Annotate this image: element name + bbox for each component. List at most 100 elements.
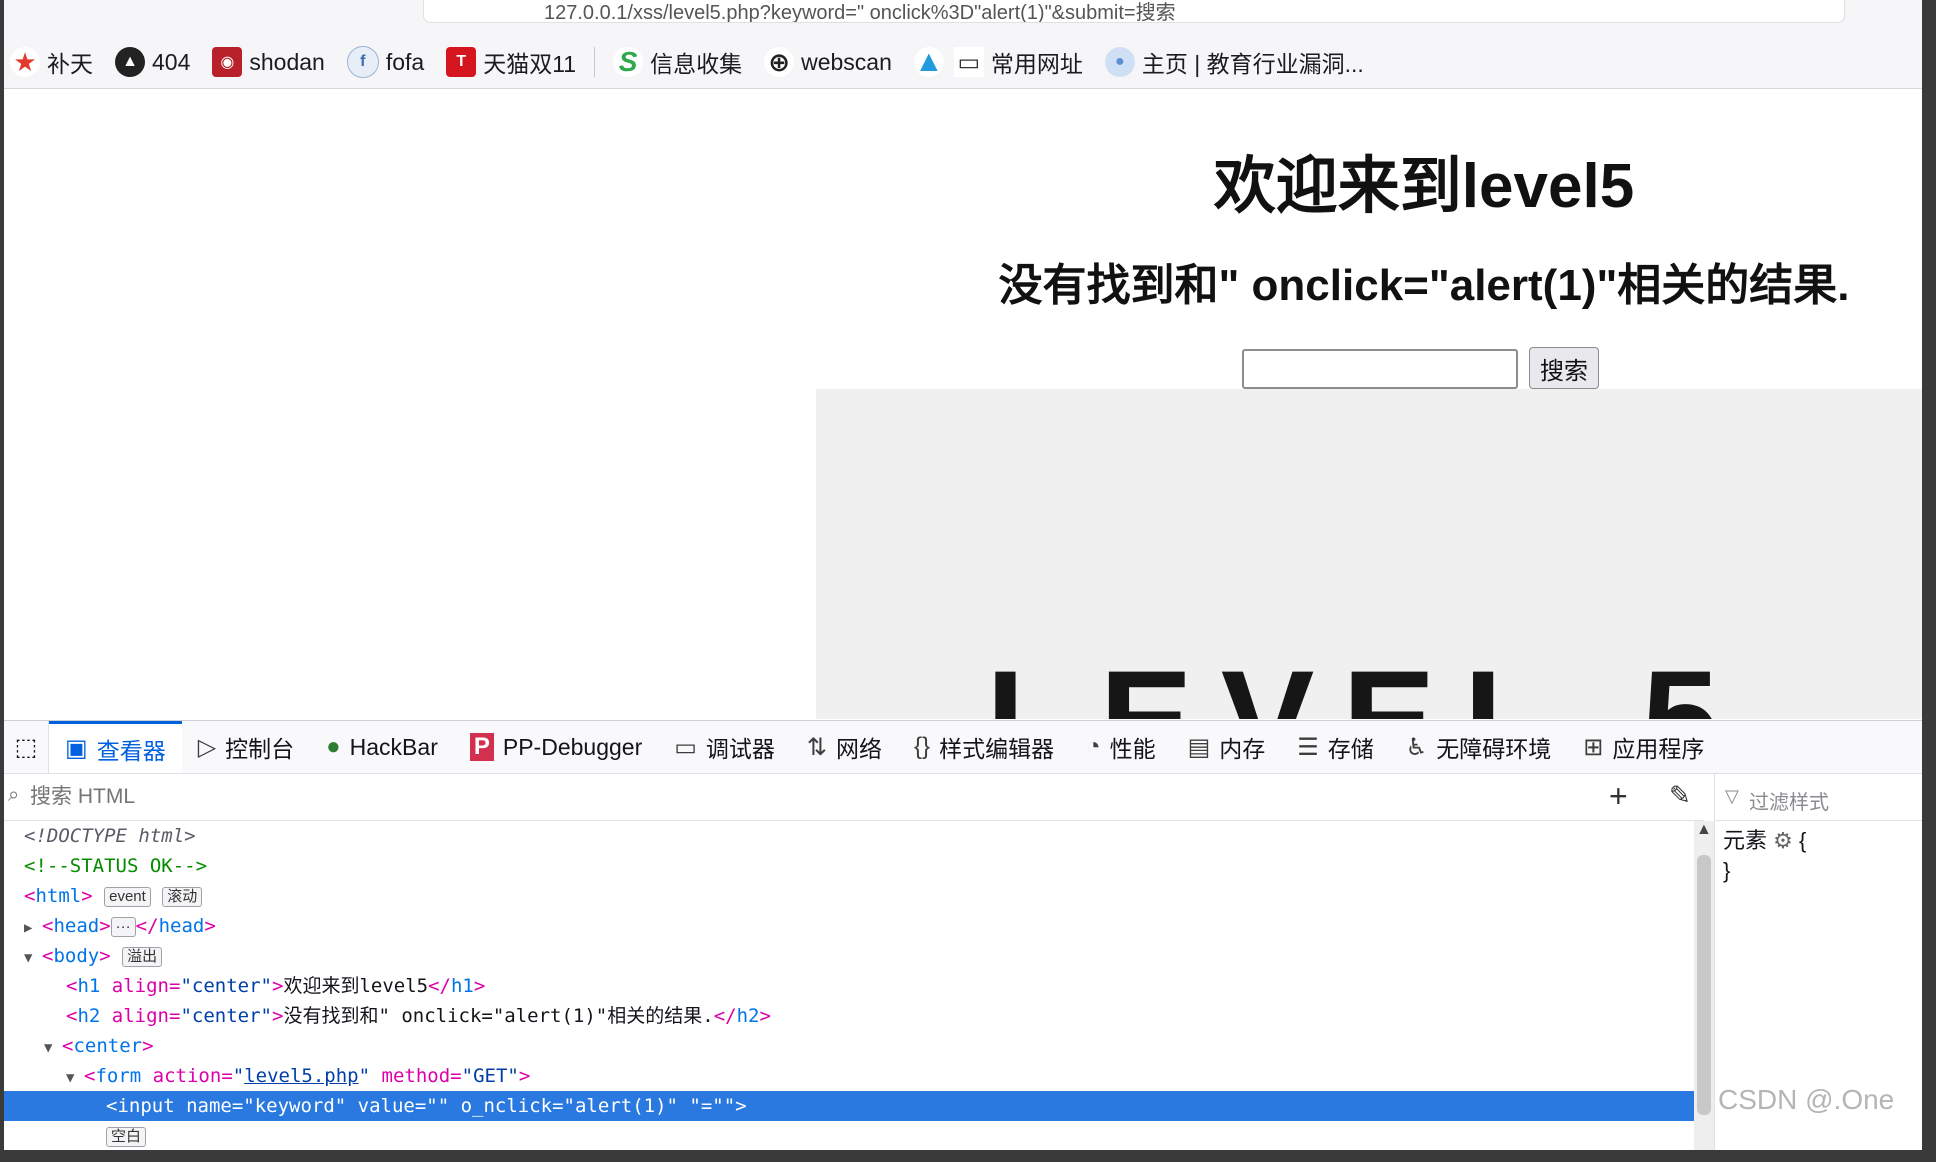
attr-value: center <box>191 1005 261 1027</box>
tab-hackbar[interactable]: ● HackBar <box>310 721 454 773</box>
tab-label: 内存 <box>1219 736 1266 762</box>
tree-line-h1[interactable]: <h1 align="center">欢迎来到level5</h1> <box>4 971 1694 1001</box>
tmall-icon: T <box>446 47 477 77</box>
element-rule: 元素 ⚙ { } <box>1723 826 1806 886</box>
console-icon: ▷ <box>197 733 217 761</box>
tag-name: head <box>158 915 205 937</box>
browser-toolbar: 127.0.0.1/xss/level5.php?keyword=" oncli… <box>4 0 1922 89</box>
tab-application[interactable]: ⊞ 应用程序 <box>1567 721 1720 773</box>
tree-line-head[interactable]: ▶ <head> ··· </head> <box>4 911 1694 941</box>
page-content: 欢迎来到level5 没有找到和" onclick="alert(1)"相关的结… <box>4 89 1922 719</box>
tab-console[interactable]: ▷ 控制台 <box>182 721 310 773</box>
tab-debugger[interactable]: ▭ 调试器 <box>658 721 791 773</box>
tab-label: 存储 <box>1327 736 1374 762</box>
bookmark-label: 信息收集 <box>650 51 743 77</box>
tag-name: form <box>95 1065 142 1087</box>
doctype-text: <!DOCTYPE html> <box>24 825 196 847</box>
keyword-input[interactable] <box>1242 349 1518 389</box>
arch-icon: ▲ <box>913 45 944 78</box>
rules-panel: ▽ 过滤样式 元素 ⚙ { } CSDN @.One <box>1714 774 1922 1150</box>
search-button[interactable]: 搜索 <box>1529 347 1599 389</box>
filter-icon: ▽ <box>1725 786 1739 806</box>
tab-memory[interactable]: ▤ 内存 <box>1172 721 1282 773</box>
element-picker-icon[interactable]: ⬚ <box>4 721 49 773</box>
collapse-arrow-icon[interactable]: ▼ <box>44 1033 62 1063</box>
filter-placeholder: 过滤样式 <box>1749 792 1829 814</box>
tree-line-whitespace[interactable]: 空白 <box>4 1121 1694 1150</box>
bookmark-edu[interactable]: ● 主页 | 教育行业漏洞... <box>1104 45 1364 79</box>
ellipsis-badge[interactable]: ··· <box>110 916 136 937</box>
performance-icon: ◔ <box>1086 733 1101 760</box>
tree-line-html[interactable]: <html> event 滚动 <box>4 881 1694 911</box>
markup-scrollbar[interactable]: ▲ <box>1694 821 1714 1150</box>
globe-icon: ⊕ <box>764 47 795 77</box>
tab-label: 控制台 <box>225 736 295 762</box>
shodan-icon: ◉ <box>212 47 243 77</box>
tree-line-center[interactable]: ▼ <center> <box>4 1031 1694 1061</box>
tag-name: h1 <box>450 975 474 997</box>
tree-line-body[interactable]: ▼ <body> 溢出 <box>4 941 1694 971</box>
bookmark-webscan[interactable]: ⊕ webscan <box>764 47 892 77</box>
event-badge[interactable]: event <box>104 886 151 907</box>
tab-pp-debugger[interactable]: P PP-Debugger <box>454 721 658 773</box>
inspector-icon: ▣ <box>65 735 88 762</box>
debugger-icon: ▭ <box>674 733 697 761</box>
collapse-arrow-icon[interactable]: ▼ <box>66 1063 84 1093</box>
bookmark-arch[interactable]: ▲ <box>913 45 944 78</box>
tab-label: 查看器 <box>96 737 166 764</box>
tab-style-editor[interactable]: {} 样式编辑器 <box>898 721 1070 773</box>
page-heading: 欢迎来到level5 <box>1213 152 1635 221</box>
devtools-panel: ⬚ ▣ 查看器 ▷ 控制台 ● HackBar P PP-Debugger ▭ 调试器 ⇅… <box>4 720 1922 1150</box>
collapse-arrow-icon[interactable]: ▼ <box>24 943 42 973</box>
expand-arrow-icon[interactable]: ▶ <box>24 913 42 943</box>
html-search-input[interactable] <box>28 782 1232 812</box>
search-icon: ⌕ <box>8 784 20 806</box>
gear-icon[interactable]: ⚙ <box>1773 828 1793 853</box>
eyedropper-icon[interactable]: ✎ <box>1669 780 1691 811</box>
bookmark-shodan[interactable]: ◉ shodan <box>212 47 325 77</box>
tree-line-h2[interactable]: <h2 align="center">没有找到和" onclick="alert… <box>4 1001 1694 1031</box>
tab-inspector[interactable]: ▣ 查看器 <box>49 721 182 773</box>
tab-network[interactable]: ⇅ 网络 <box>791 721 898 773</box>
tab-accessibility[interactable]: ♿ 无障碍环境 <box>1390 721 1568 773</box>
bookmark-label: 404 <box>152 48 191 75</box>
tree-line-form[interactable]: ▼ <form action="level5.php" method="GET"> <box>4 1061 1694 1091</box>
node-text: 没有找到和" onclick="alert(1)"相关的结果. <box>283 1005 714 1027</box>
memory-icon: ▤ <box>1187 733 1211 761</box>
bookmark-tmall[interactable]: T 天猫双11 <box>446 45 576 79</box>
bookmark-separator <box>594 47 596 77</box>
tab-storage[interactable]: ☰ 存储 <box>1281 721 1390 773</box>
rule-open-brace: { <box>1799 828 1807 853</box>
tab-label: PP-Debugger <box>502 733 643 760</box>
tag-name: body <box>53 945 100 967</box>
bookmark-404[interactable]: ▲ 404 <box>115 47 190 77</box>
style-editor-icon: {} <box>914 733 931 760</box>
tree-line-input-selected[interactable]: <input name="keyword" value="" o_nclick=… <box>4 1091 1694 1121</box>
bookmark-label: 常用网址 <box>990 51 1083 77</box>
add-node-icon[interactable]: + <box>1609 778 1628 815</box>
tree-line-doctype[interactable]: <!DOCTYPE html> <box>4 821 1694 851</box>
tag-name: html <box>35 885 82 907</box>
bookmark-info-collect[interactable]: S 信息收集 <box>613 45 742 79</box>
scroll-up-icon[interactable]: ▲ <box>1696 821 1712 839</box>
whitespace-badge[interactable]: 空白 <box>106 1126 147 1147</box>
scroll-thumb[interactable] <box>1697 855 1711 1115</box>
filter-styles-bar[interactable]: ▽ 过滤样式 <box>1715 774 1922 821</box>
address-bar[interactable]: 127.0.0.1/xss/level5.php?keyword=" oncli… <box>424 0 1844 22</box>
attr-name: method <box>381 1065 451 1087</box>
tab-label: HackBar <box>349 733 438 760</box>
hat-icon: ▲ <box>115 47 145 77</box>
tag-name: head <box>53 915 100 937</box>
level-banner-image: LEVEL 5 <box>816 389 1922 719</box>
bookmark-butian[interactable]: ★ 补天 <box>10 45 93 79</box>
overflow-badge[interactable]: 溢出 <box>122 946 163 967</box>
tree-line-comment[interactable]: <!--STATUS OK--> <box>4 851 1694 881</box>
tab-performance[interactable]: ◔ 性能 <box>1070 721 1172 773</box>
scroll-badge[interactable]: 滚动 <box>162 886 203 907</box>
bookmark-folder-common[interactable]: ▭ 常用网址 <box>953 45 1083 79</box>
pp-debugger-icon: P <box>469 733 494 761</box>
attr-value-link[interactable]: level5.php <box>244 1065 358 1087</box>
storage-icon: ☰ <box>1297 733 1319 761</box>
bookmark-fofa[interactable]: f fofa <box>346 46 424 78</box>
tab-label: 无障碍环境 <box>1436 736 1552 762</box>
